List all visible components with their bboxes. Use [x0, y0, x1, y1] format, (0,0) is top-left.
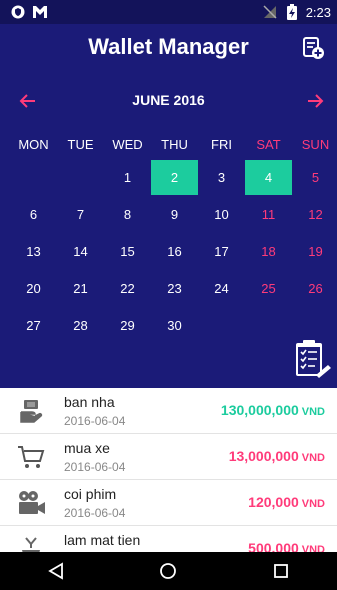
- system-nav-bar: [0, 552, 337, 590]
- day-7[interactable]: 7: [57, 197, 104, 232]
- status-bar: 2:23: [0, 0, 337, 24]
- vpn-shield-icon: [10, 4, 26, 20]
- day-13[interactable]: 13: [10, 234, 57, 269]
- day-30[interactable]: 30: [151, 308, 198, 343]
- weekday-wed: WED: [112, 137, 143, 152]
- recents-icon: [273, 564, 288, 578]
- day-22[interactable]: 22: [104, 271, 151, 306]
- money-hand-icon: [16, 396, 46, 426]
- app-screen: 2:23 Wallet Manager JUNE 2016 MON TUE WE…: [0, 0, 337, 590]
- day-2[interactable]: 2: [151, 160, 198, 195]
- day-24[interactable]: 24: [198, 271, 245, 306]
- day-10[interactable]: 10: [198, 197, 245, 232]
- transaction-list: ban nha 2016-06-04 130,000,000 VND mua xe 201…: [0, 388, 337, 552]
- weekday-tue: TUE: [67, 137, 94, 152]
- amount-value: 120,000: [248, 494, 299, 510]
- movie-camera-icon: [16, 488, 46, 518]
- day-29[interactable]: 29: [104, 308, 151, 343]
- no-signal-icon: [262, 4, 278, 20]
- weekday-mon: MON: [18, 137, 49, 152]
- home-icon: [160, 563, 177, 579]
- amount-currency: VND: [301, 406, 325, 418]
- calendar: JUNE 2016 MON TUE WED THU FRI SAT SUN 12345678…: [0, 70, 337, 388]
- day-4[interactable]: 4: [245, 160, 292, 195]
- home-button[interactable]: [148, 556, 188, 586]
- weekday-header: MON TUE WED THU FRI SAT SUN: [10, 137, 337, 152]
- day-9[interactable]: 9: [151, 197, 198, 232]
- amount-currency: VND: [301, 452, 325, 464]
- arrow-right-icon: [308, 94, 324, 108]
- amount-value: 13,000,000: [228, 448, 299, 464]
- day-11[interactable]: 11: [245, 197, 292, 232]
- transaction-row[interactable]: ban nha 2016-06-04 130,000,000 VND: [0, 388, 337, 434]
- next-month-button[interactable]: [301, 88, 329, 114]
- battery-charging-icon: [284, 4, 300, 20]
- day-17[interactable]: 17: [198, 234, 245, 269]
- day-1[interactable]: 1: [104, 160, 151, 195]
- amount-currency: VND: [301, 498, 325, 510]
- day-27[interactable]: 27: [10, 308, 57, 343]
- day-16[interactable]: 16: [151, 234, 198, 269]
- month-label: JUNE 2016: [132, 92, 205, 108]
- back-icon: [48, 562, 64, 580]
- transaction-name: lam mat tien: [64, 532, 141, 548]
- day-18[interactable]: 18: [245, 234, 292, 269]
- transaction-name: ban nha: [64, 394, 115, 410]
- day-23[interactable]: 23: [151, 271, 198, 306]
- day-12[interactable]: 12: [292, 197, 337, 232]
- day-21[interactable]: 21: [57, 271, 104, 306]
- weekday-fri: FRI: [211, 137, 232, 152]
- transaction-row[interactable]: mua xe 2016-06-04 13,000,000 VND: [0, 434, 337, 480]
- shopping-cart-icon: [16, 442, 46, 472]
- day-14[interactable]: 14: [57, 234, 104, 269]
- back-button[interactable]: [36, 556, 76, 586]
- amount-value: 130,000,000: [220, 402, 299, 418]
- transaction-amount: 120,000 VND: [248, 494, 325, 510]
- transaction-row[interactable]: lam mat tien2016-06-04500,000VND: [0, 526, 337, 552]
- day-19[interactable]: 19: [292, 234, 337, 269]
- day-3[interactable]: 3: [198, 160, 245, 195]
- transaction-amount: 13,000,000 VND: [229, 448, 325, 464]
- transaction-date: 2016-06-04: [64, 460, 126, 474]
- page-title: Wallet Manager: [88, 34, 249, 59]
- month-navigator: JUNE 2016: [0, 88, 337, 114]
- day-28[interactable]: 28: [57, 308, 104, 343]
- amount-currency: VND: [301, 544, 325, 552]
- day-8[interactable]: 8: [104, 197, 151, 232]
- day-6[interactable]: 6: [10, 197, 57, 232]
- weekday-thu: THU: [161, 137, 188, 152]
- transaction-amount: 130,000,000 VND: [221, 402, 325, 418]
- gmail-icon: [32, 4, 48, 20]
- days-grid: 1 2 3 4 5 6 7 8 9 10 11 12 13 14 15 16 17 18 19 20 21 22 23 24 2…: [10, 160, 337, 343]
- day-26[interactable]: 26: [292, 271, 337, 306]
- add-note-button[interactable]: [301, 36, 325, 60]
- transaction-date: 2016-06-04: [64, 414, 126, 428]
- day-15[interactable]: 15: [104, 234, 151, 269]
- report-button[interactable]: [293, 338, 333, 380]
- transaction-row[interactable]: coi phim 2016-06-04 120,000 VND: [0, 480, 337, 526]
- day-5[interactable]: 5: [292, 160, 337, 195]
- recents-button[interactable]: [261, 556, 301, 586]
- day-20[interactable]: 20: [10, 271, 57, 306]
- clipboard-report-icon: [296, 340, 331, 378]
- transaction-amount: 500,000 VND: [248, 540, 325, 552]
- status-time: 2:23: [305, 4, 331, 20]
- money-loss-icon: [16, 534, 46, 552]
- weekday-sun: SUN: [301, 137, 330, 152]
- add-note-icon: [303, 37, 324, 59]
- transaction-date: 2016-06-04: [64, 506, 126, 520]
- weekday-sat: SAT: [256, 137, 281, 152]
- transaction-name: mua xe: [64, 440, 110, 456]
- transaction-name: coi phim: [64, 486, 117, 502]
- amount-value: 500,000: [248, 540, 299, 552]
- app-header: Wallet Manager: [0, 24, 337, 70]
- day-25[interactable]: 25: [245, 271, 292, 306]
